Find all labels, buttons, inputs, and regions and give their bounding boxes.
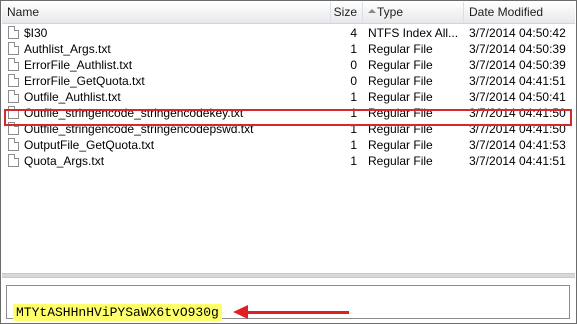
file-date-modified: 3/7/2014 04:41:51 xyxy=(469,154,566,168)
document-icon xyxy=(8,26,19,39)
file-size: 0 xyxy=(350,74,357,88)
file-size: 1 xyxy=(350,42,357,56)
file-date-modified: 3/7/2014 04:50:39 xyxy=(469,42,566,56)
document-icon xyxy=(8,154,19,167)
file-name: ErrorFile_Authlist.txt xyxy=(24,58,133,72)
file-size: 4 xyxy=(350,26,357,40)
file-date-modified: 3/7/2014 04:50:41 xyxy=(469,90,566,104)
column-header-type-label: Type xyxy=(377,5,404,19)
file-size: 1 xyxy=(350,154,357,168)
file-row[interactable]: Outfile_Authlist.txt 1 Regular File 3/7/201… xyxy=(2,89,575,105)
column-header-type[interactable]: Type xyxy=(363,2,464,23)
document-icon xyxy=(8,90,19,103)
file-size: 1 xyxy=(350,138,357,152)
document-icon xyxy=(8,58,19,71)
document-icon xyxy=(8,106,19,119)
column-header-size[interactable]: Size xyxy=(331,2,363,23)
column-header-name[interactable]: Name xyxy=(2,2,331,23)
sort-ascending-icon xyxy=(368,9,376,13)
document-icon xyxy=(8,42,19,55)
file-type: Regular File xyxy=(368,58,433,72)
file-size: 1 xyxy=(350,106,357,120)
file-row[interactable]: Authlist_Args.txt 1 Regular File 3/7/2014 0… xyxy=(2,41,575,57)
column-header-date-modified[interactable]: Date Modified xyxy=(464,2,575,23)
file-date-modified: 3/7/2014 04:50:42 xyxy=(469,26,566,40)
file-name: ErrorFile_GetQuota.txt xyxy=(24,74,145,88)
file-type: Regular File xyxy=(368,122,433,136)
file-name: Outfile_Authlist.txt xyxy=(24,90,121,104)
file-row[interactable]: OutputFile_GetQuota.txt 1 Regular File 3/7/… xyxy=(2,137,575,153)
file-size: 1 xyxy=(350,122,357,136)
file-name: OutputFile_GetQuota.txt xyxy=(24,138,155,152)
file-date-modified: 3/7/2014 04:41:53 xyxy=(469,138,566,152)
file-type: Regular File xyxy=(368,106,433,120)
file-row[interactable]: Outfile_stringencode_stringencodekey.txt… xyxy=(2,105,575,121)
file-name: Authlist_Args.txt xyxy=(24,42,111,56)
file-type: Regular File xyxy=(368,74,433,88)
annotation-arrow-head-icon xyxy=(233,305,248,319)
file-date-modified: 3/7/2014 04:50:39 xyxy=(469,58,566,72)
document-icon xyxy=(8,74,19,87)
file-name: $I30 xyxy=(24,26,48,40)
file-row[interactable]: Quota_Args.txt 1 Regular File 3/7/2014 04:4… xyxy=(2,153,575,169)
annotation-arrow-shaft xyxy=(246,311,349,314)
file-name: Quota_Args.txt xyxy=(24,154,105,168)
file-type: Regular File xyxy=(368,154,433,168)
document-icon xyxy=(8,122,19,135)
file-row[interactable]: $I30 4 NTFS Index All... 3/7/2014 04:50:42 xyxy=(2,25,575,41)
column-header-bar: Name Size Type Date Modified xyxy=(2,2,575,24)
file-date-modified: 3/7/2014 04:41:51 xyxy=(469,74,566,88)
file-list-window: Name Size Type Date Modified $I30 4 NTFS I… xyxy=(0,0,577,324)
file-type: Regular File xyxy=(368,90,433,104)
encoded-key-text: MTYtASHHnHViPYSaWX6tvO930g xyxy=(13,304,222,321)
file-size: 0 xyxy=(350,58,357,72)
pane-splitter[interactable] xyxy=(2,273,575,278)
file-row[interactable]: ErrorFile_Authlist.txt 0 Regular File 3/7/2… xyxy=(2,57,575,73)
file-type: Regular File xyxy=(368,42,433,56)
file-row[interactable]: ErrorFile_GetQuota.txt 0 Regular File 3/7/2… xyxy=(2,73,575,89)
file-type: NTFS Index All... xyxy=(368,26,459,40)
file-date-modified: 3/7/2014 04:41:50 xyxy=(469,122,566,136)
file-name: Outfile_stringencode_stringencodepswd.tx… xyxy=(24,122,254,136)
document-icon xyxy=(8,138,19,151)
file-type: Regular File xyxy=(368,138,433,152)
file-size: 1 xyxy=(350,90,357,104)
file-date-modified: 3/7/2014 04:41:50 xyxy=(469,106,566,120)
file-name: Outfile_stringencode_stringencodekey.txt xyxy=(24,106,244,120)
file-row[interactable]: Outfile_stringencode_stringencodepswd.tx… xyxy=(2,121,575,137)
file-list: $I30 4 NTFS Index All... 3/7/2014 04:50:42 A… xyxy=(2,25,575,169)
